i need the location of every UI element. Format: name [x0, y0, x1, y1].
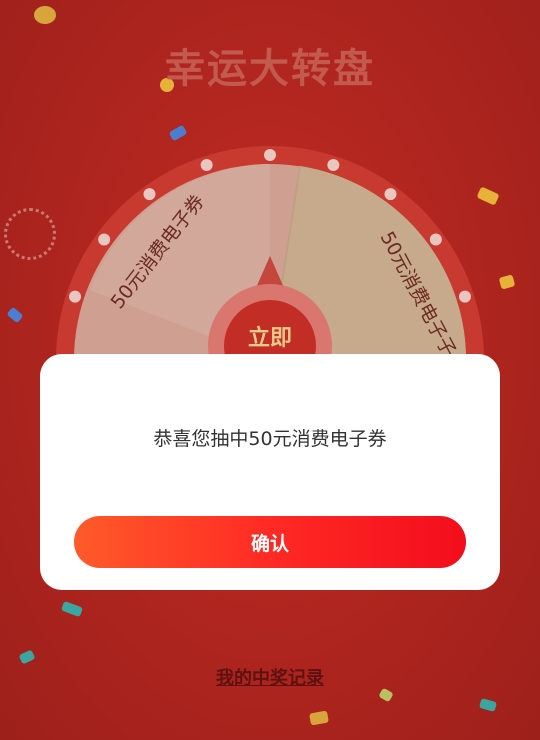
my-prize-records-link[interactable]: 我的中奖记录 [0, 664, 540, 690]
confirm-button[interactable]: 确认 [74, 516, 466, 568]
prize-message: 恭喜您抽中50元消费电子券 [153, 428, 387, 450]
result-dialog: 恭喜您抽中50元消费电子券 确认 [40, 354, 500, 590]
